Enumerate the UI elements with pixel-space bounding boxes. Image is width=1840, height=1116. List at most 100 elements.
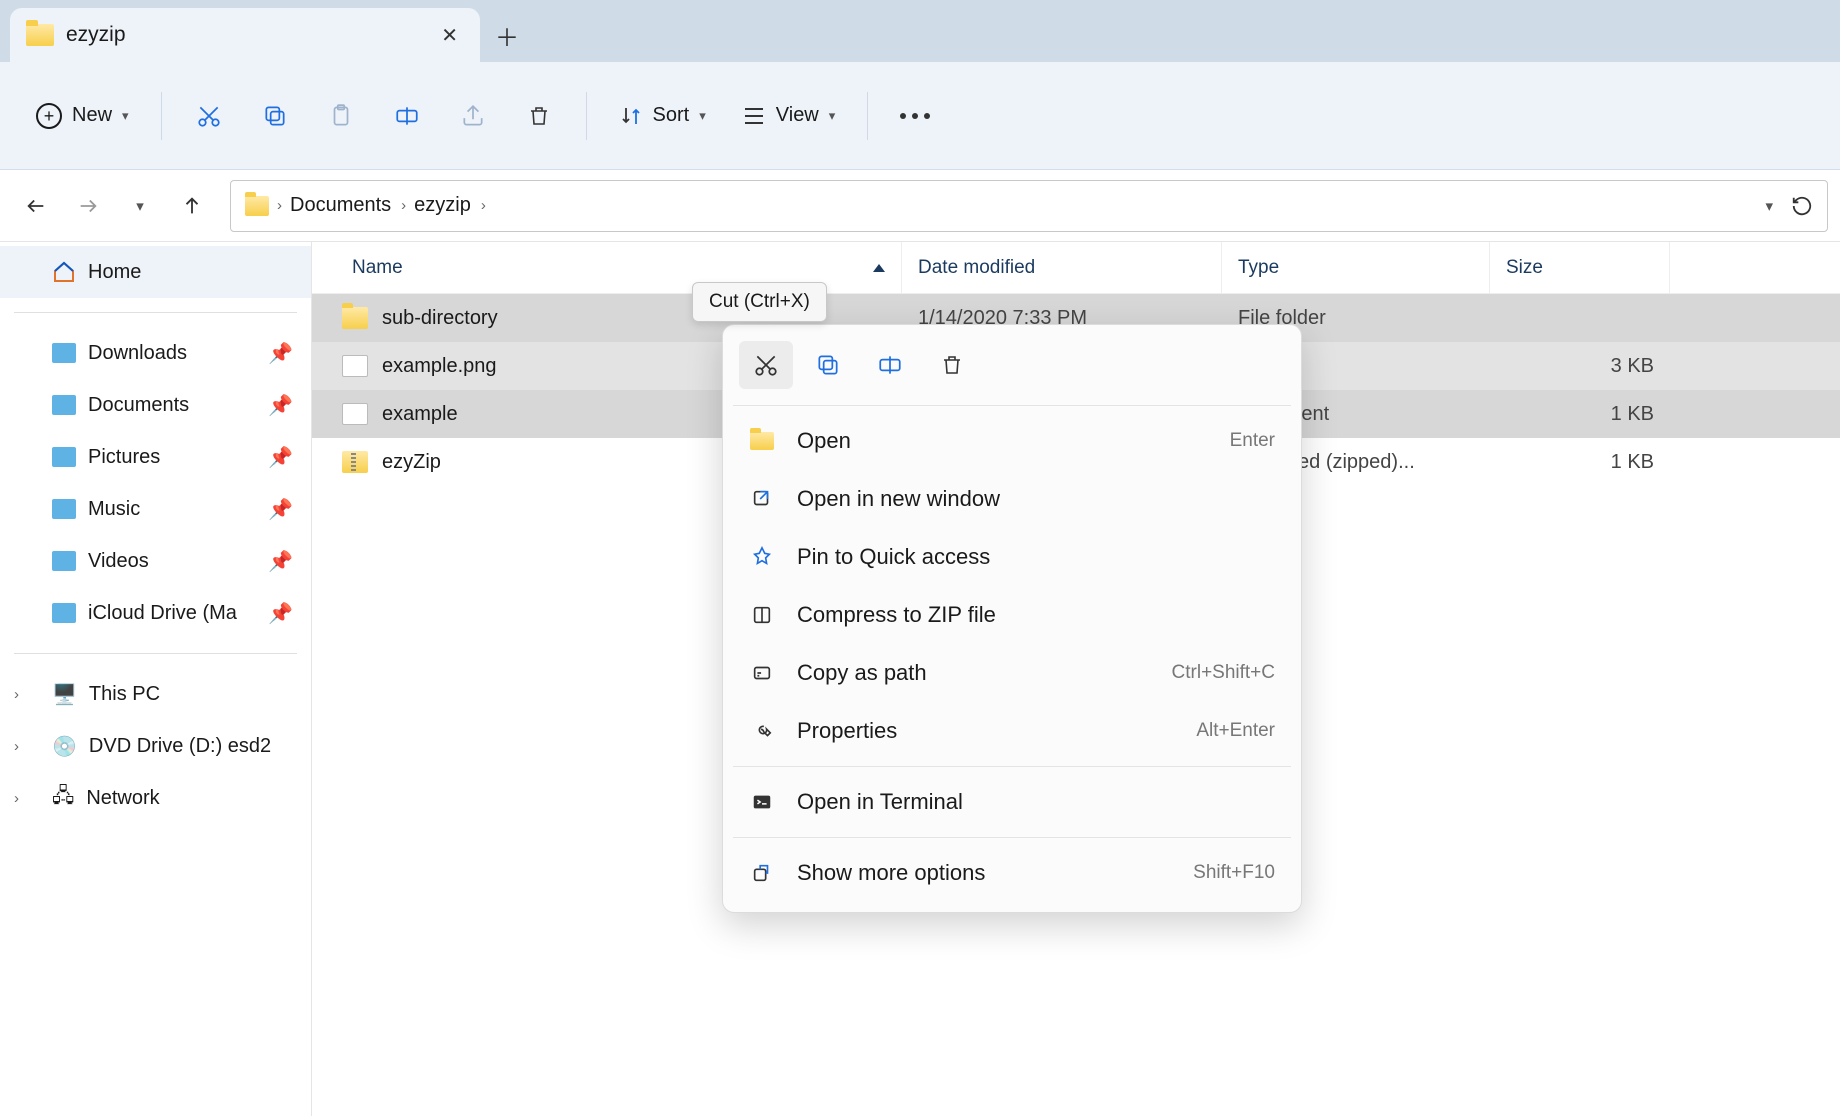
chevron-right-icon: › xyxy=(481,197,486,214)
pin-icon[interactable]: 📌 xyxy=(268,341,293,366)
context-quick-actions xyxy=(723,335,1301,399)
new-button[interactable]: + New ▾ xyxy=(22,90,143,142)
sort-button[interactable]: Sort ▾ xyxy=(605,90,720,142)
more-button[interactable] xyxy=(886,90,944,142)
arrow-right-icon xyxy=(77,195,99,217)
delete-button[interactable] xyxy=(510,90,568,142)
chevron-right-icon[interactable]: › xyxy=(14,738,19,755)
chevron-down-icon[interactable]: ▾ xyxy=(1755,197,1783,215)
sort-label: Sort xyxy=(653,104,690,127)
rename-icon xyxy=(394,103,420,129)
chevron-down-icon: ▾ xyxy=(699,108,706,124)
up-button[interactable] xyxy=(168,182,216,230)
folder-icon xyxy=(52,343,76,363)
folder-icon xyxy=(52,395,76,415)
folder-icon xyxy=(26,24,54,46)
chevron-right-icon: › xyxy=(277,197,282,214)
chevron-down-icon: ▾ xyxy=(136,197,144,215)
zip-icon xyxy=(749,604,775,626)
tooltip-cut: Cut (Ctrl+X) xyxy=(692,282,827,322)
external-window-icon xyxy=(749,488,775,510)
chevron-right-icon: › xyxy=(401,197,406,214)
forward-button[interactable] xyxy=(64,182,112,230)
col-type[interactable]: Type xyxy=(1222,242,1490,293)
ctx-cut-button[interactable] xyxy=(739,341,793,389)
sidebar-item-music[interactable]: Music📌 xyxy=(0,483,311,535)
ctx-open[interactable]: Open Enter xyxy=(723,412,1301,470)
sort-icon xyxy=(619,104,643,128)
ctx-terminal[interactable]: Open in Terminal xyxy=(723,773,1301,831)
ctx-compress[interactable]: Compress to ZIP file xyxy=(723,586,1301,644)
divider xyxy=(14,653,297,654)
folder-icon xyxy=(342,307,368,329)
copy-icon xyxy=(262,103,288,129)
sidebar-item-network[interactable]: ›🖧Network xyxy=(0,772,311,824)
chevron-right-icon[interactable]: › xyxy=(14,686,19,703)
chevron-right-icon[interactable]: › xyxy=(14,790,19,807)
sidebar-item-dvd[interactable]: ›💿DVD Drive (D:) esd2 xyxy=(0,720,311,772)
trash-icon xyxy=(527,103,551,129)
pin-icon[interactable]: 📌 xyxy=(268,549,293,574)
sidebar-item-thispc[interactable]: ›🖥️This PC xyxy=(0,668,311,720)
divider xyxy=(14,312,297,313)
ctx-delete-button[interactable] xyxy=(925,341,979,389)
share-button[interactable] xyxy=(444,90,502,142)
tab-bar: ezyzip ✕ ＋ xyxy=(0,0,1840,62)
paste-button[interactable] xyxy=(312,90,370,142)
pin-icon[interactable]: 📌 xyxy=(268,445,293,470)
pin-icon[interactable]: 📌 xyxy=(268,393,293,418)
view-button[interactable]: View ▾ xyxy=(728,90,850,142)
divider xyxy=(733,405,1291,406)
pin-icon[interactable]: 📌 xyxy=(268,601,293,626)
plus-circle-icon: + xyxy=(36,103,62,129)
pin-icon xyxy=(749,546,775,568)
folder-icon xyxy=(52,447,76,467)
sidebar-item-documents[interactable]: Documents📌 xyxy=(0,379,311,431)
folder-icon xyxy=(52,603,76,623)
folder-icon xyxy=(52,499,76,519)
col-date[interactable]: Date modified xyxy=(902,242,1222,293)
sidebar-item-icloud[interactable]: iCloud Drive (Ma📌 xyxy=(0,587,311,639)
pin-icon[interactable]: 📌 xyxy=(268,497,293,522)
divider xyxy=(733,766,1291,767)
sidebar-item-pictures[interactable]: Pictures📌 xyxy=(0,431,311,483)
ctx-copy-path[interactable]: Copy as path Ctrl+Shift+C xyxy=(723,644,1301,702)
back-button[interactable] xyxy=(12,182,60,230)
home-icon xyxy=(52,261,76,283)
sidebar-item-downloads[interactable]: Downloads📌 xyxy=(0,327,311,379)
trash-icon xyxy=(940,352,964,378)
close-tab-icon[interactable]: ✕ xyxy=(441,23,458,48)
ctx-copy-button[interactable] xyxy=(801,341,855,389)
sidebar: Home Downloads📌 Documents📌 Pictures📌 Mus… xyxy=(0,242,312,1116)
col-size[interactable]: Size xyxy=(1490,242,1670,293)
clipboard-icon xyxy=(328,103,354,129)
ellipsis-icon xyxy=(900,113,930,119)
folder-open-icon xyxy=(749,432,775,450)
breadcrumb-ezyzip[interactable]: ezyzip› xyxy=(414,194,486,217)
new-tab-button[interactable]: ＋ xyxy=(480,8,534,62)
ctx-show-more[interactable]: Show more options Shift+F10 xyxy=(723,844,1301,902)
cut-button[interactable] xyxy=(180,90,238,142)
sidebar-item-home[interactable]: Home xyxy=(0,246,311,298)
main: Home Downloads📌 Documents📌 Pictures📌 Mus… xyxy=(0,242,1840,1116)
more-options-icon xyxy=(749,862,775,884)
sidebar-item-videos[interactable]: Videos📌 xyxy=(0,535,311,587)
rename-button[interactable] xyxy=(378,90,436,142)
ctx-rename-button[interactable] xyxy=(863,341,917,389)
chevron-down-icon: ▾ xyxy=(829,108,836,124)
ctx-properties[interactable]: Properties Alt+Enter xyxy=(723,702,1301,760)
refresh-icon xyxy=(1791,195,1813,217)
disc-icon: 💿 xyxy=(52,734,77,759)
scissors-icon xyxy=(753,352,779,378)
view-label: View xyxy=(776,104,819,127)
address-bar[interactable]: › Documents› ezyzip› ▾ xyxy=(230,180,1828,232)
tab-ezyzip[interactable]: ezyzip ✕ xyxy=(10,8,480,62)
copy-button[interactable] xyxy=(246,90,304,142)
recent-button[interactable]: ▾ xyxy=(116,182,164,230)
divider xyxy=(867,92,868,140)
refresh-button[interactable] xyxy=(1791,195,1813,217)
breadcrumb-documents[interactable]: Documents› xyxy=(290,194,406,217)
ctx-pin[interactable]: Pin to Quick access xyxy=(723,528,1301,586)
ctx-open-new-window[interactable]: Open in new window xyxy=(723,470,1301,528)
file-icon xyxy=(342,403,368,425)
